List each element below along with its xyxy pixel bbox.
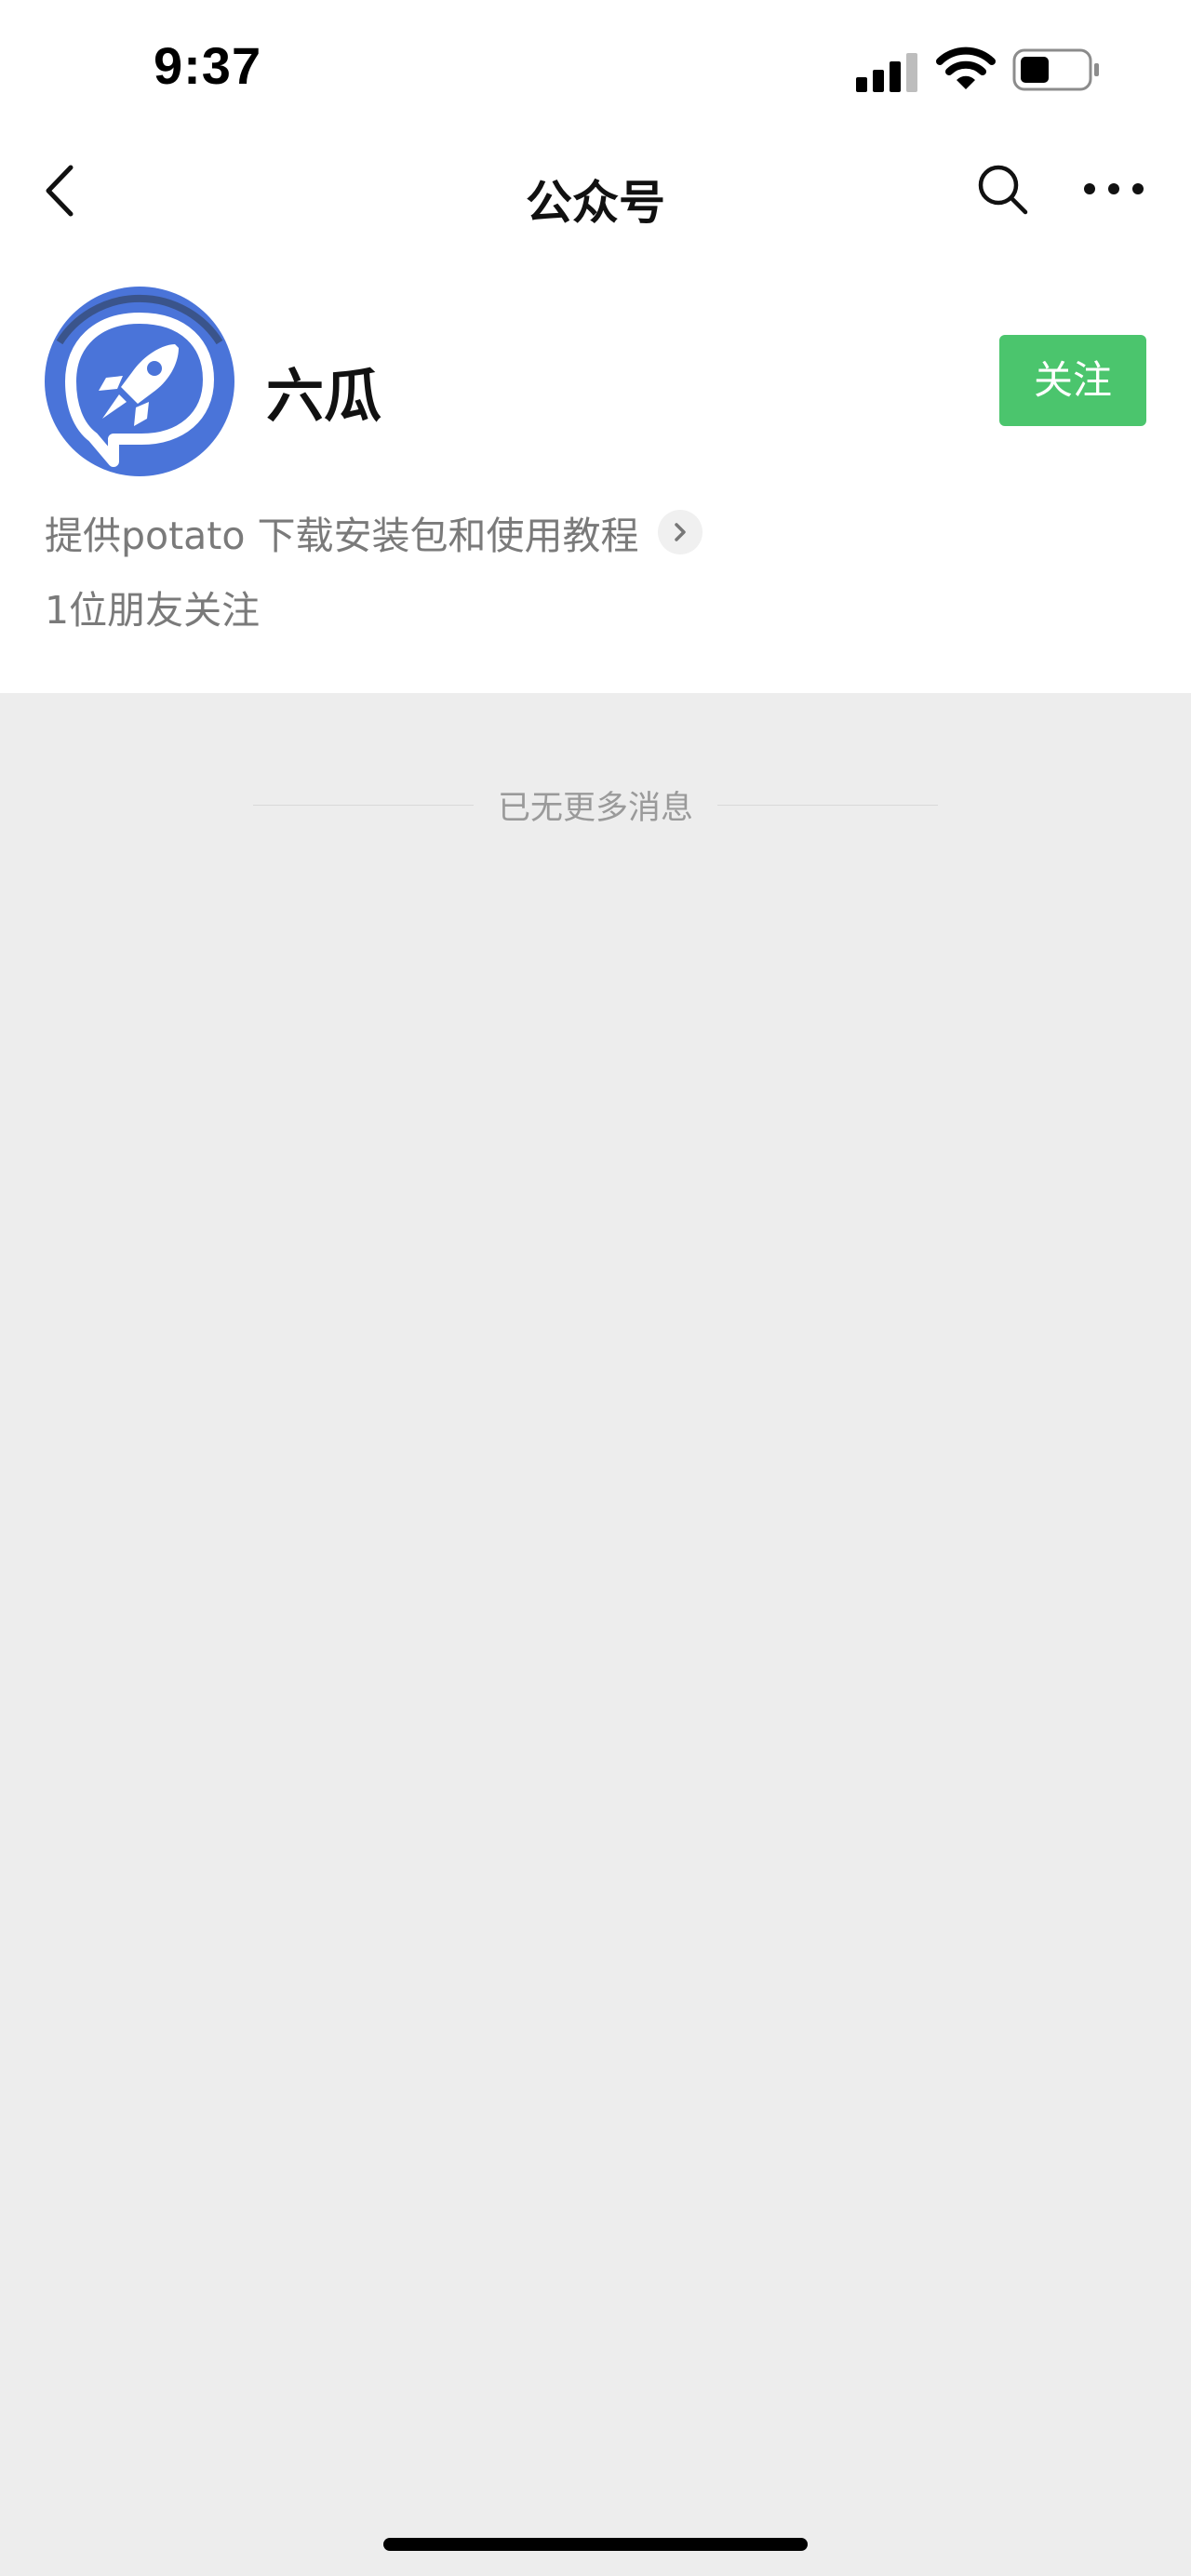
- account-description[interactable]: 提供potato 下载安装包和使用教程: [45, 504, 703, 560]
- signal-icon: [856, 53, 917, 92]
- search-icon[interactable]: [975, 162, 1031, 218]
- home-indicator[interactable]: [383, 2538, 808, 2551]
- follow-button[interactable]: 关注: [999, 335, 1146, 426]
- status-bar: 9:37: [0, 0, 1191, 130]
- battery-icon: [1012, 48, 1099, 91]
- rocket-chat-logo-icon[interactable]: [45, 287, 234, 476]
- description-text: 提供potato 下载安装包和使用教程: [45, 514, 639, 558]
- friends-follow-count: 1位朋友关注: [45, 588, 261, 633]
- account-profile: 六瓜 关注 提供potato 下载安装包和使用教程 1位朋友关注: [0, 251, 1191, 693]
- divider-line-right: [717, 804, 939, 806]
- no-more-messages-divider: 已无更多消息: [253, 781, 939, 828]
- chevron-right-icon: [657, 510, 703, 554]
- more-icon[interactable]: [1081, 175, 1146, 203]
- nav-bar: 公众号: [0, 130, 1191, 251]
- status-time: 9:37: [154, 36, 262, 95]
- no-more-messages-text: 已无更多消息: [498, 789, 694, 827]
- divider-line-left: [253, 804, 474, 806]
- wifi-icon: [936, 47, 996, 89]
- account-name: 六瓜: [266, 362, 382, 430]
